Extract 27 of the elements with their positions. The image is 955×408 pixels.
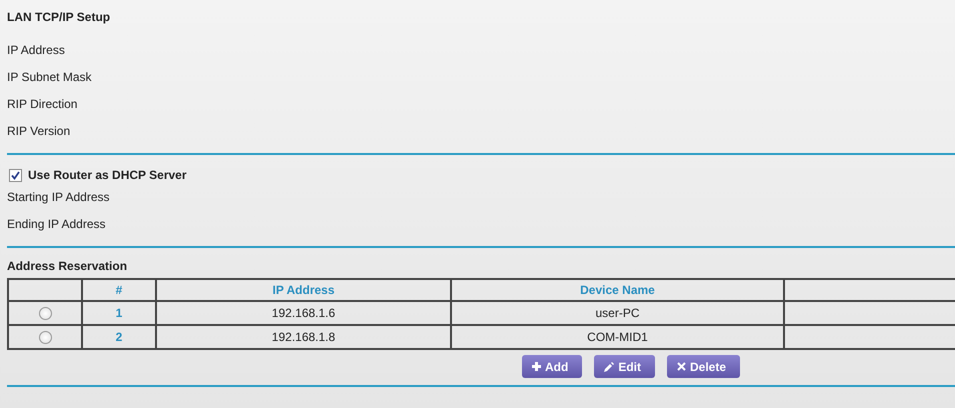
table-cell: user-PC [451,301,784,325]
pencil-icon [604,362,614,372]
table-cell: 192.168.1.6 [156,301,451,325]
section-title: LAN TCP/IP Setup [7,10,112,26]
table-cell: 192.168.1.8 [156,325,451,349]
radio-button[interactable] [38,331,52,344]
field-label: IP Address [7,42,65,59]
delete-button[interactable]: Delete [667,355,740,378]
table-cell: COM-MID1 [451,325,784,349]
plus-icon [532,362,541,371]
edit-button[interactable]: Edit [594,355,655,378]
checkbox-label: Use Router as DHCP Server [28,168,187,182]
radio-button[interactable] [38,307,52,320]
checkbox[interactable] [9,168,22,182]
column-header: IP Address [156,279,451,301]
column-header: Device Name [451,279,784,301]
field-label: RIP Direction [7,96,78,113]
close-icon [677,362,686,371]
table-cell: 1 [82,301,156,325]
field-label: Starting IP Address [7,189,110,206]
section-title: Address Reservation [7,259,128,274]
field-label: RIP Version [7,123,70,140]
column-header: # [82,279,156,301]
add-button[interactable]: Add [522,355,582,378]
field-label: IP Subnet Mask [7,69,92,86]
field-label: Ending IP Address [7,216,106,233]
table-cell: 2 [82,325,156,349]
